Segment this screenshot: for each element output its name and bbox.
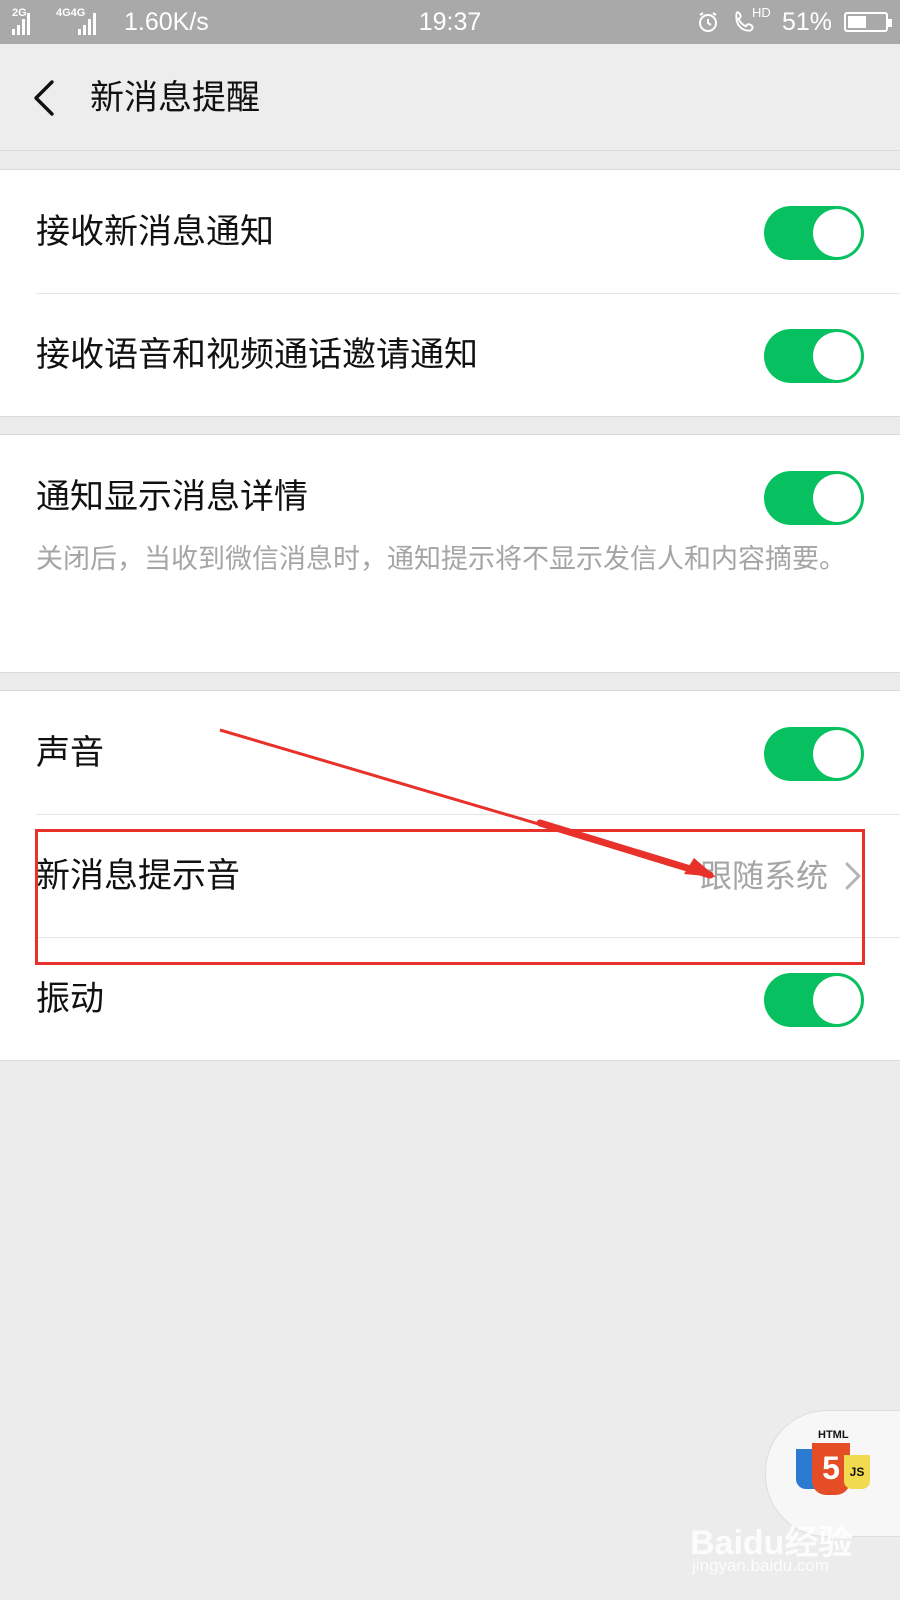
battery-fill bbox=[848, 16, 866, 28]
badge-number: 5 bbox=[822, 1450, 840, 1486]
phone-hd-icon: HD bbox=[732, 5, 771, 35]
settings-group-notifications: 接收新消息通知 接收语音和视频通话邀请通知 bbox=[0, 169, 900, 417]
toggle-knob bbox=[813, 730, 861, 778]
row-sound[interactable]: 声音 bbox=[0, 691, 900, 815]
page-title: 新消息提醒 bbox=[90, 78, 260, 118]
toggle-knob bbox=[813, 976, 861, 1024]
settings-group-details: 通知显示消息详情 关闭后，当收到微信消息时，通知提示将不显示发信人和内容摘要。 bbox=[0, 434, 900, 673]
toggle-knob bbox=[813, 474, 861, 522]
vibrate-toggle[interactable] bbox=[764, 973, 864, 1027]
receive-call-invites-toggle[interactable] bbox=[764, 329, 864, 383]
alarm-icon bbox=[698, 12, 717, 32]
status-bar: 2G 4G4G 1.60K/s 19:37 HD 51% bbox=[0, 0, 900, 44]
js-shield-icon: JS bbox=[844, 1455, 870, 1489]
sound-toggle[interactable] bbox=[764, 727, 864, 781]
annotation-highlight-box bbox=[35, 829, 865, 965]
row-show-message-details[interactable]: 通知显示消息详情 关闭后，当收到微信消息时，通知提示将不显示发信人和内容摘要。 bbox=[0, 435, 900, 672]
watermark-url: jingyan.baidu.com bbox=[692, 1556, 830, 1575]
back-arrow-icon[interactable] bbox=[26, 74, 66, 122]
toggle-knob bbox=[813, 332, 861, 380]
row-label: 接收新消息通知 bbox=[36, 212, 274, 252]
battery-percent: 51% bbox=[781, 7, 832, 36]
app-header: 新消息提醒 bbox=[0, 44, 900, 151]
call-hd-label: HD bbox=[751, 5, 771, 20]
row-receive-call-invites[interactable]: 接收语音和视频通话邀请通知 bbox=[0, 293, 900, 417]
battery-icon bbox=[844, 12, 892, 32]
toggle-knob bbox=[813, 209, 861, 257]
row-receive-new-messages[interactable]: 接收新消息通知 bbox=[0, 170, 900, 294]
badge-js-label: JS bbox=[849, 1465, 865, 1479]
row-label: 声音 bbox=[36, 733, 104, 773]
row-label: 接收语音和视频通话邀请通知 bbox=[36, 335, 478, 375]
row-description: 关闭后，当收到微信消息时，通知提示将不显示发信人和内容摘要。 bbox=[36, 544, 846, 575]
receive-new-messages-toggle[interactable] bbox=[764, 206, 864, 260]
badge-html-label: HTML bbox=[818, 1429, 849, 1441]
show-message-details-toggle[interactable] bbox=[764, 471, 864, 525]
status-right: HD 51% bbox=[696, 5, 892, 38]
